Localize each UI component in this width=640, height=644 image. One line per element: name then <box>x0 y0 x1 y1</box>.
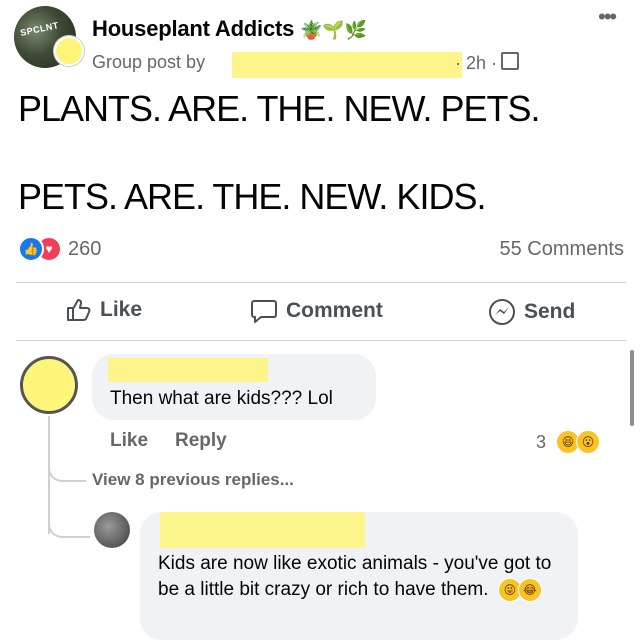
replier-avatar[interactable] <box>94 512 130 548</box>
tears-of-joy-emoji-icon: 😂 <box>517 577 542 602</box>
reaction-count: 260 <box>68 237 102 260</box>
comment-reaction-count: 3 <box>536 432 547 452</box>
post-time: · 2h · <box>455 53 498 73</box>
wow-emoji-icon: 😮 <box>576 430 600 454</box>
comment-button[interactable]: Comment <box>250 298 383 324</box>
divider <box>16 340 626 341</box>
thumbs-up-icon <box>67 299 91 321</box>
reply-text: Kids are now like exotic animals - you'v… <box>158 553 552 600</box>
post-text-line-1: PLANTS. ARE. THE. NEW. PETS. <box>18 88 540 129</box>
group-avatar-text: SPCLNT <box>19 20 60 38</box>
post-timestamp[interactable]: · 2h · <box>455 52 520 74</box>
thread-connector <box>48 514 90 538</box>
post-text-line-2: PETS. ARE. THE. NEW. KIDS. <box>18 176 486 217</box>
group-name-text[interactable]: Houseplant Addicts <box>92 16 294 41</box>
comment-label: Comment <box>286 299 383 322</box>
thread-connector <box>48 458 86 482</box>
redacted-author-name <box>232 52 462 78</box>
send-button[interactable]: Send <box>488 298 575 326</box>
comment-like-button[interactable]: Like <box>110 430 148 452</box>
divider <box>16 282 626 283</box>
redacted-replier-name <box>160 512 365 548</box>
comment-text: Then what are kids??? Lol <box>110 388 333 409</box>
comment-reactions[interactable]: 😆 😮 <box>556 430 600 454</box>
reply-emojis: 😜 😂 <box>497 577 542 602</box>
like-reaction-icon: 👍 <box>18 236 44 262</box>
messenger-icon <box>489 299 515 325</box>
redacted-commenter-name <box>108 358 268 382</box>
more-options-icon[interactable]: ••• <box>598 4 617 30</box>
like-label: Like <box>100 298 143 321</box>
comment-reply-button[interactable]: Reply <box>175 430 227 452</box>
audience-icon <box>501 52 520 70</box>
comment-icon <box>251 300 277 323</box>
group-post-by-label: Group post by <box>92 52 206 72</box>
poster-avatar[interactable] <box>54 36 84 66</box>
scrollbar[interactable] <box>630 350 634 426</box>
commenter-avatar[interactable] <box>20 356 78 414</box>
view-previous-replies-link[interactable]: View 8 previous replies... <box>92 470 294 490</box>
reactions-summary[interactable]: 👍 ♥ 260 <box>18 236 101 262</box>
reply-text-block: Kids are now like exotic animals - you'v… <box>158 551 568 603</box>
like-button[interactable]: Like <box>66 298 142 322</box>
plant-emoji-icons: 🪴🌱🌿 <box>300 20 367 40</box>
comments-count[interactable]: 55 Comments <box>500 238 625 261</box>
group-name[interactable]: Houseplant Addicts 🪴🌱🌿 <box>92 16 367 42</box>
send-label: Send <box>524 300 576 323</box>
